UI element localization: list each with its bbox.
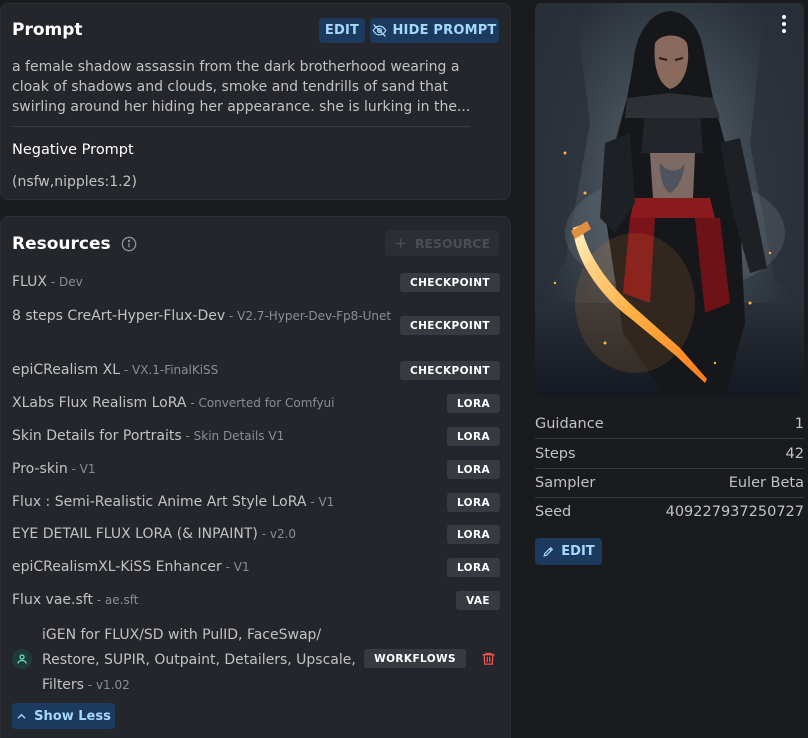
resource-version: V1 [318, 495, 335, 509]
show-less-label: Show Less [34, 708, 111, 724]
chevron-up-icon [17, 713, 26, 719]
edit-generation-label: EDIT [561, 544, 595, 559]
workflow-badge: WORKFLOWS [364, 649, 466, 668]
resource-item[interactable]: EYE DETAIL FLUX LORA (& INPAINT) - v2.0 … [12, 523, 500, 546]
param-seed: Seed 409227937250727 [535, 497, 804, 527]
resource-name: Pro-skin [12, 461, 68, 477]
prompt-text: a female shadow assassin from the dark b… [12, 59, 471, 115]
resource-item[interactable]: epiCRealism XL - VX.1-FinalKiSS CHECKPOI… [12, 359, 500, 382]
edit-prompt-label: EDIT [324, 23, 360, 38]
prompt-divider [12, 126, 470, 127]
edit-prompt-button[interactable]: EDIT [319, 18, 365, 43]
resource-badge: LORA [446, 394, 500, 413]
param-label: Sampler [535, 474, 596, 491]
resource-badge: LORA [446, 427, 500, 446]
pencil-icon [543, 546, 554, 557]
param-value: 409227937250727 [665, 504, 804, 520]
resource-version: V2.7-Hyper-Dev-Fp8-Unet [237, 309, 392, 323]
resource-item[interactable]: Flux vae.sft - ae.sft VAE [12, 589, 500, 612]
workflow-item[interactable]: iGEN for FLUX/SD with PulID, FaceSwap/ R… [12, 622, 500, 694]
resource-badge: CHECKPOINT [400, 361, 500, 380]
param-guidance: Guidance 1 [535, 409, 804, 439]
param-steps: Steps 42 [535, 439, 804, 469]
resource-badge: LORA [446, 525, 500, 544]
resource-name: Flux : Semi-Realistic Anime Art Style Lo… [12, 494, 307, 510]
resources-card: Resources RESOURCE FLUX - Dev CHECKPOINT… [0, 216, 511, 738]
resource-name: Flux vae.sft [12, 592, 93, 608]
resource-item[interactable]: XLabs Flux Realism LoRA - Converted for … [12, 392, 500, 415]
resource-item[interactable]: epiCRealismXL-KiSS Enhancer - V1 LORA [12, 556, 500, 579]
resource-item[interactable]: Skin Details for Portraits - Skin Detail… [12, 425, 500, 448]
resource-badge: LORA [446, 493, 500, 512]
edit-generation-button[interactable]: EDIT [535, 538, 602, 565]
resource-item[interactable]: Pro-skin - V1 LORA [12, 458, 500, 481]
param-value: 42 [785, 445, 804, 462]
param-value: 1 [794, 415, 804, 432]
resource-version: ae.sft [104, 593, 139, 607]
resource-name: FLUX [12, 274, 47, 290]
resource-name: epiCRealismXL-KiSS Enhancer [12, 559, 222, 575]
resources-header: Resources [12, 234, 137, 254]
eye-off-icon [373, 24, 387, 37]
resource-badge: LORA [446, 460, 500, 479]
trash-icon[interactable] [481, 651, 496, 666]
resource-item[interactable]: 8 steps CreArt-Hyper-Flux-Dev - V2.7-Hyp… [12, 303, 500, 349]
plus-icon [395, 238, 406, 248]
param-label: Guidance [535, 415, 604, 432]
resource-name: EYE DETAIL FLUX LORA (& INPAINT) [12, 526, 258, 542]
param-value: Euler Beta [728, 474, 804, 491]
negative-prompt-text: (nsfw,nipples:1.2) [12, 174, 137, 190]
image-artwork [535, 3, 804, 396]
resource-version: V1 [79, 462, 96, 476]
add-resource-button[interactable]: RESOURCE [385, 230, 499, 256]
resources-title: Resources [12, 234, 111, 254]
resource-name: XLabs Flux Realism LoRA [12, 395, 187, 411]
resource-version: Skin Details V1 [193, 429, 285, 443]
resource-name: 8 steps CreArt-Hyper-Flux-Dev [12, 308, 226, 324]
resource-badge: VAE [456, 591, 500, 610]
show-less-button[interactable]: Show Less [12, 703, 115, 729]
user-icon [12, 649, 32, 669]
param-label: Steps [535, 445, 576, 462]
resource-name: epiCRealism XL [12, 362, 121, 378]
add-resource-label: RESOURCE [414, 235, 491, 251]
prompt-card: Prompt EDIT HIDE PROMPT a female shadow … [0, 3, 511, 200]
workflow-version: v1.02 [95, 678, 130, 692]
param-label: Seed [535, 504, 572, 520]
negative-prompt-title: Negative Prompt [12, 142, 134, 158]
dots-vertical-icon[interactable] [782, 15, 786, 33]
info-icon[interactable] [121, 236, 137, 252]
resource-badge: LORA [446, 558, 500, 577]
resource-badge: CHECKPOINT [400, 316, 500, 335]
resource-version: V1 [233, 560, 250, 574]
resource-name: Skin Details for Portraits [12, 428, 182, 444]
resource-item[interactable]: Flux : Semi-Realistic Anime Art Style Lo… [12, 491, 500, 514]
resource-badge: CHECKPOINT [400, 273, 500, 292]
hide-prompt-label: HIDE PROMPT [392, 23, 497, 38]
generated-image[interactable] [535, 3, 804, 396]
resource-version: Dev [58, 275, 83, 289]
resource-version: Converted for Comfyui [198, 396, 335, 410]
param-sampler: Sampler Euler Beta [535, 468, 804, 498]
resource-version: v2.0 [269, 527, 297, 541]
resource-version: VX.1-FinalKiSS [131, 363, 219, 377]
hide-prompt-button[interactable]: HIDE PROMPT [370, 18, 499, 43]
prompt-title: Prompt [12, 20, 83, 40]
resource-item[interactable]: FLUX - Dev CHECKPOINT [12, 271, 500, 294]
